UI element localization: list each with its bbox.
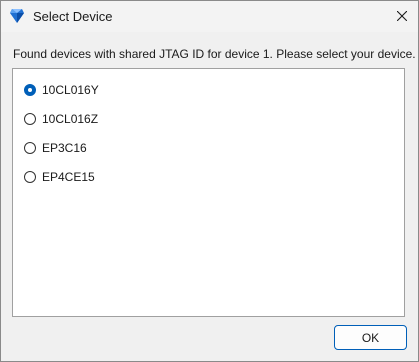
device-option-ep3c16[interactable]: EP3C16: [24, 139, 87, 157]
instruction-text: Found devices with shared JTAG ID for de…: [13, 47, 416, 61]
radio-button[interactable]: [24, 171, 36, 183]
close-button[interactable]: [386, 1, 418, 32]
app-icon: [9, 8, 25, 24]
dialog-title: Select Device: [33, 9, 113, 24]
device-option-label: 10CL016Y: [42, 83, 99, 97]
device-option-label: EP4CE15: [42, 170, 95, 184]
close-icon: [396, 10, 408, 24]
device-option-10cl016z[interactable]: 10CL016Z: [24, 110, 98, 128]
device-list: 10CL016Y 10CL016Z EP3C16 EP4CE15: [12, 68, 405, 317]
select-device-dialog: Select Device Found devices with shared …: [0, 0, 419, 362]
title-bar[interactable]: Select Device: [1, 1, 418, 32]
ok-button[interactable]: OK: [334, 325, 407, 350]
device-option-ep4ce15[interactable]: EP4CE15: [24, 168, 95, 186]
radio-button[interactable]: [24, 113, 36, 125]
device-option-10cl016y[interactable]: 10CL016Y: [24, 81, 99, 99]
radio-button[interactable]: [24, 142, 36, 154]
radio-button[interactable]: [24, 84, 36, 96]
device-option-label: 10CL016Z: [42, 112, 99, 126]
device-option-label: EP3C16: [42, 141, 87, 155]
